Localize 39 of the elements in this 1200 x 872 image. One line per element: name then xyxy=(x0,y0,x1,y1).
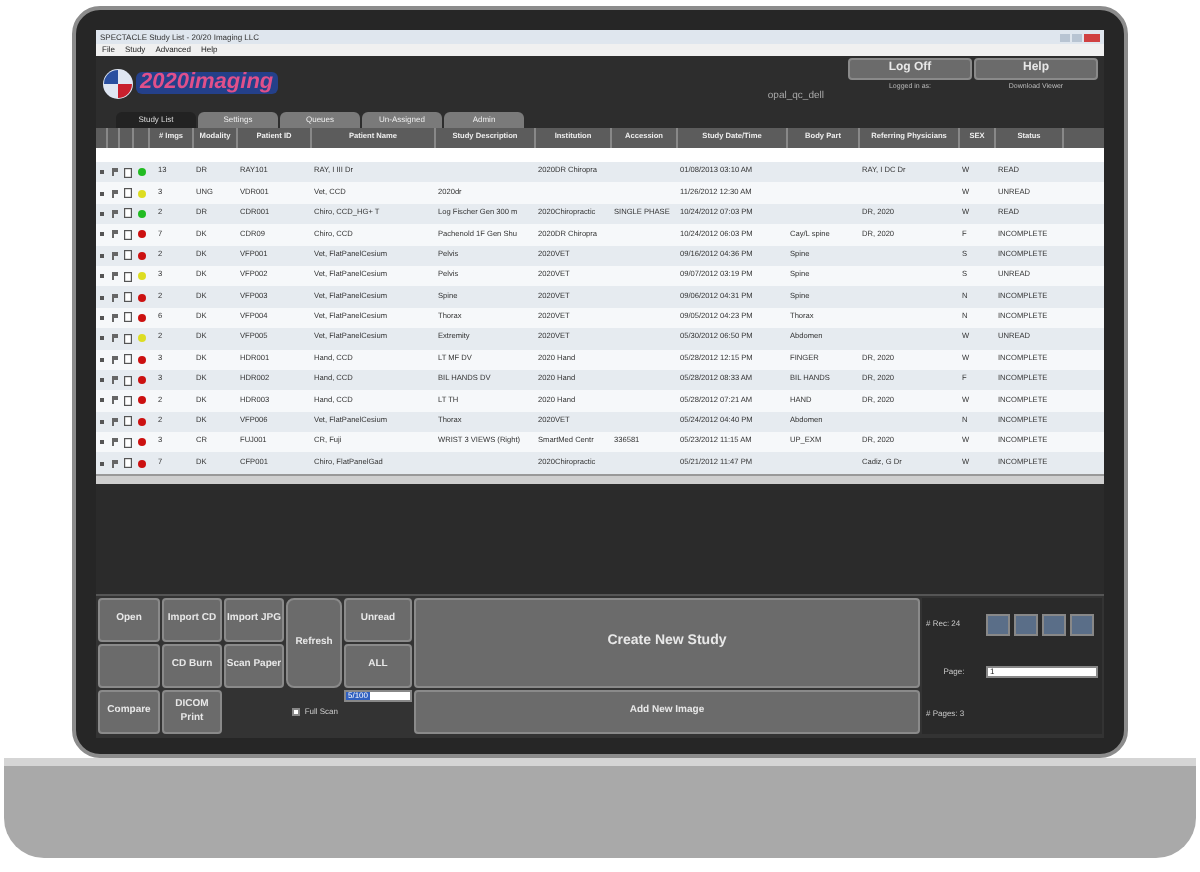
flag-icon[interactable] xyxy=(111,230,117,239)
full-scan-checkbox[interactable] xyxy=(292,708,301,716)
row-marker-icon xyxy=(100,315,104,320)
flag-icon[interactable] xyxy=(111,313,117,322)
flag-icon[interactable] xyxy=(111,417,117,426)
row-marker-icon xyxy=(100,274,104,279)
flag-icon[interactable] xyxy=(111,209,117,218)
row-marker-icon xyxy=(100,357,104,362)
flag-icon[interactable] xyxy=(111,168,117,177)
row-marker-icon xyxy=(100,232,104,237)
flag-icon[interactable] xyxy=(111,355,117,364)
row-marker-icon xyxy=(100,440,104,445)
globe-logo-icon xyxy=(102,67,134,99)
flag-icon[interactable] xyxy=(111,376,117,385)
row-marker-icon xyxy=(100,461,104,466)
row-marker-icon xyxy=(100,170,104,175)
horizontal-scrollbar[interactable] xyxy=(96,473,1104,484)
close-icon[interactable] xyxy=(1084,33,1100,41)
flag-icon[interactable] xyxy=(111,189,117,198)
logo-wordmark: 2020imaging xyxy=(136,72,278,94)
flag-icon[interactable] xyxy=(111,396,117,405)
flag-icon[interactable] xyxy=(111,438,117,447)
row-marker-icon xyxy=(100,295,104,300)
row-marker-icon xyxy=(100,211,104,216)
first-page-icon[interactable] xyxy=(986,613,1010,635)
flag-icon[interactable] xyxy=(111,293,117,302)
previous-page-icon[interactable] xyxy=(1014,613,1038,635)
flag-icon[interactable] xyxy=(111,251,117,260)
next-page-icon[interactable] xyxy=(1042,613,1066,635)
flag-icon[interactable] xyxy=(111,272,117,281)
last-page-icon[interactable] xyxy=(1070,613,1094,635)
row-marker-icon xyxy=(100,253,104,258)
row-marker-icon xyxy=(100,419,104,424)
row-marker-icon xyxy=(100,191,104,196)
row-marker-icon xyxy=(100,378,104,383)
flag-icon[interactable] xyxy=(111,334,117,343)
flag-icon[interactable] xyxy=(111,459,117,468)
row-marker-icon xyxy=(100,398,104,403)
row-marker-icon xyxy=(100,336,104,341)
